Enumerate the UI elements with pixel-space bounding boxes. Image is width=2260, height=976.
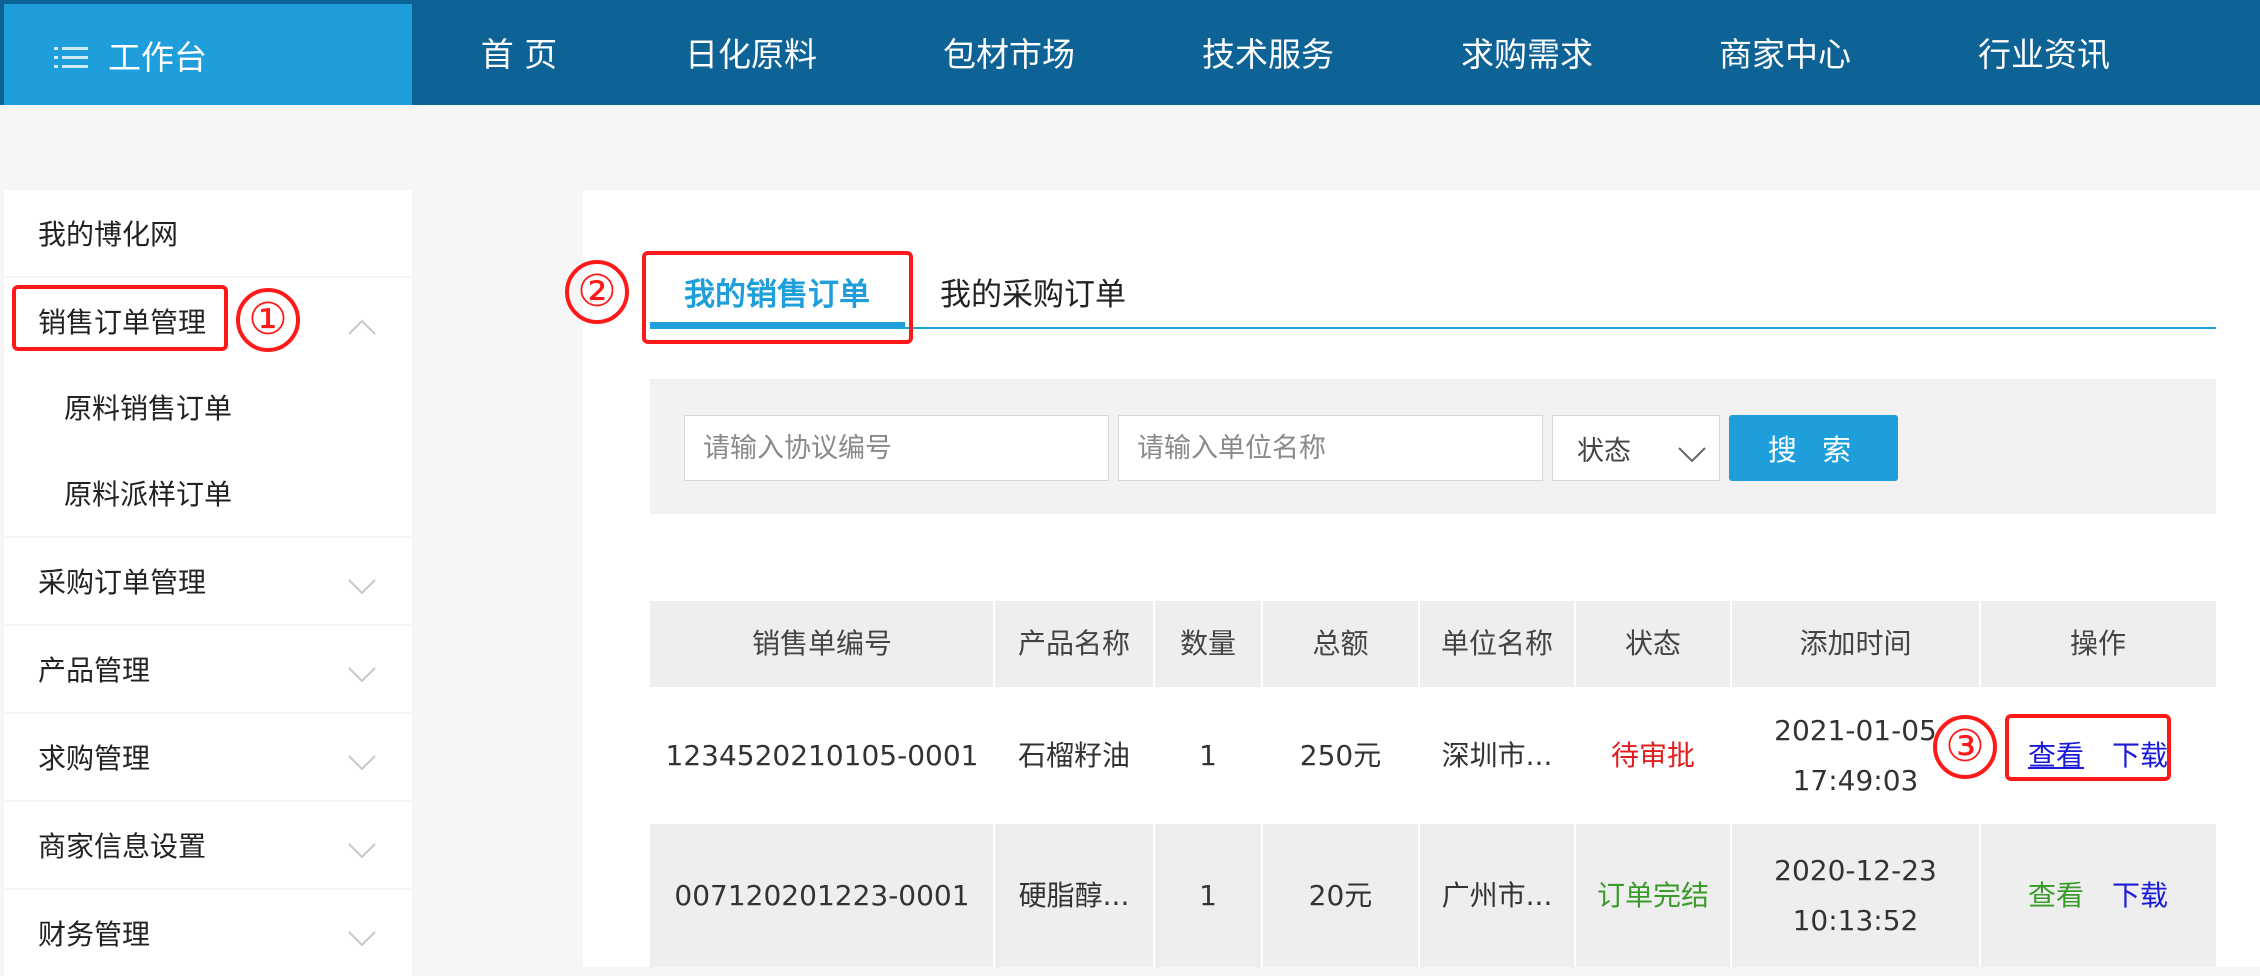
top-nav-bar: 工作台 首 页 日化原料 包材市场 技术服务 求购需求 商家中心 行业资讯 — [0, 0, 2260, 105]
nav-merchant-center[interactable]: 商家中心 — [1670, 0, 1900, 105]
main-panel: 我的销售订单 我的采购订单 ② 状态 搜 索 销售单编号 产品名称 数量 总额 … — [565, 190, 2260, 967]
added-clock: 10:13:52 — [1792, 903, 1919, 937]
nav-industry-news[interactable]: 行业资讯 — [1929, 0, 2159, 105]
table-row: 007120201223-0001 硬脂醇... 1 20元 广州市... 订单… — [650, 824, 2216, 967]
agreement-number-input[interactable] — [684, 415, 1109, 481]
added-clock: 17:49:03 — [1792, 763, 1919, 797]
annotation-box-3 — [2005, 714, 2171, 781]
chevron-down-icon — [347, 923, 377, 947]
quantity: 1 — [1199, 738, 1217, 772]
chevron-down-icon — [347, 571, 377, 595]
sidebar-item-label: 我的博化网 — [38, 218, 179, 251]
annotation-box-1 — [12, 285, 228, 351]
download-link[interactable]: 下载 — [2112, 871, 2168, 921]
sidebar-item-sample-orders[interactable]: 原料派样订单 — [4, 450, 412, 536]
added-time: 2020-12-23 10:13:52 — [1731, 824, 1980, 967]
menu-icon — [54, 41, 88, 69]
workbench-button[interactable]: 工作台 — [4, 4, 412, 105]
column-header: 状态 — [1624, 627, 1681, 660]
nav-tech-services[interactable]: 技术服务 — [1153, 0, 1383, 105]
search-bar: 状态 搜 索 — [650, 379, 2216, 514]
status-badge: 待审批 — [1610, 738, 1695, 772]
product-name: 石榴籽油 — [1017, 738, 1130, 772]
search-button[interactable]: 搜 索 — [1729, 415, 1898, 481]
added-date: 2021-01-05 — [1774, 713, 1937, 747]
annotation-number-3: ③ — [1933, 715, 1997, 779]
sidebar-item-my-bohua[interactable]: 我的博化网 — [4, 190, 412, 276]
annotation-number-2: ② — [565, 260, 629, 324]
status-select-label: 状态 — [1577, 435, 1631, 467]
sidebar-item-product-management[interactable]: 产品管理 — [4, 626, 412, 712]
column-header: 产品名称 — [1017, 627, 1130, 660]
column-header: 销售单编号 — [751, 627, 892, 660]
column-header: 数量 — [1179, 627, 1236, 660]
company-name: 广州市... — [1441, 878, 1553, 912]
sidebar-item-finance-management[interactable]: 财务管理 — [4, 890, 412, 976]
total-amount: 250元 — [1299, 738, 1382, 772]
column-header: 操作 — [2069, 627, 2126, 660]
sidebar-item-merchant-settings[interactable]: 商家信息设置 — [4, 802, 412, 888]
sidebar-item-label: 原料派样订单 — [64, 478, 233, 511]
order-number: 1234520210105-0001 — [665, 738, 979, 772]
view-link[interactable]: 查看 — [2028, 871, 2084, 921]
nav-chemical-materials[interactable]: 日化原料 — [636, 0, 866, 105]
sidebar-item-label: 采购订单管理 — [38, 566, 207, 599]
annotation-number-1: ① — [236, 288, 300, 352]
order-number: 007120201223-0001 — [674, 878, 970, 912]
status-select[interactable]: 状态 — [1552, 415, 1720, 481]
product-name: 硬脂醇... — [1018, 878, 1130, 912]
chevron-down-icon — [1677, 440, 1707, 463]
sidebar-item-label: 求购管理 — [38, 742, 151, 775]
sidebar-item-label: 原料销售订单 — [64, 392, 233, 425]
sidebar-item-label: 产品管理 — [38, 654, 151, 687]
sidebar-item-purchase-request-management[interactable]: 求购管理 — [4, 714, 412, 800]
table-header-row: 销售单编号 产品名称 数量 总额 单位名称 状态 添加时间 操作 — [650, 601, 2216, 687]
column-header: 添加时间 — [1799, 627, 1912, 660]
column-header: 单位名称 — [1440, 627, 1553, 660]
company-name: 深圳市... — [1441, 738, 1553, 772]
brand-label: 工作台 — [108, 37, 207, 77]
status-badge: 订单完结 — [1596, 878, 1709, 912]
tab-my-purchase-orders[interactable]: 我的采购订单 — [940, 260, 1126, 330]
company-name-input[interactable] — [1118, 415, 1543, 481]
quantity: 1 — [1199, 878, 1217, 912]
nav-packaging-market[interactable]: 包材市场 — [894, 0, 1124, 105]
added-date: 2020-12-23 — [1774, 853, 1937, 887]
chevron-down-icon — [347, 835, 377, 859]
sidebar-item-label: 商家信息设置 — [38, 830, 207, 863]
chevron-down-icon — [347, 747, 377, 771]
annotation-box-2 — [642, 251, 913, 344]
chevron-up-icon — [347, 311, 377, 335]
total-amount: 20元 — [1308, 878, 1373, 912]
sidebar-item-material-sales-orders[interactable]: 原料销售订单 — [4, 364, 412, 450]
chevron-down-icon — [347, 659, 377, 683]
nav-home[interactable]: 首 页 — [404, 0, 634, 105]
nav-purchase-demand[interactable]: 求购需求 — [1412, 0, 1642, 105]
actions-cell: 查看 下载 — [1980, 824, 2216, 967]
sidebar-item-purchase-order-management[interactable]: 采购订单管理 — [4, 538, 412, 624]
sidebar-item-label: 财务管理 — [38, 918, 151, 951]
column-header: 总额 — [1312, 627, 1369, 660]
